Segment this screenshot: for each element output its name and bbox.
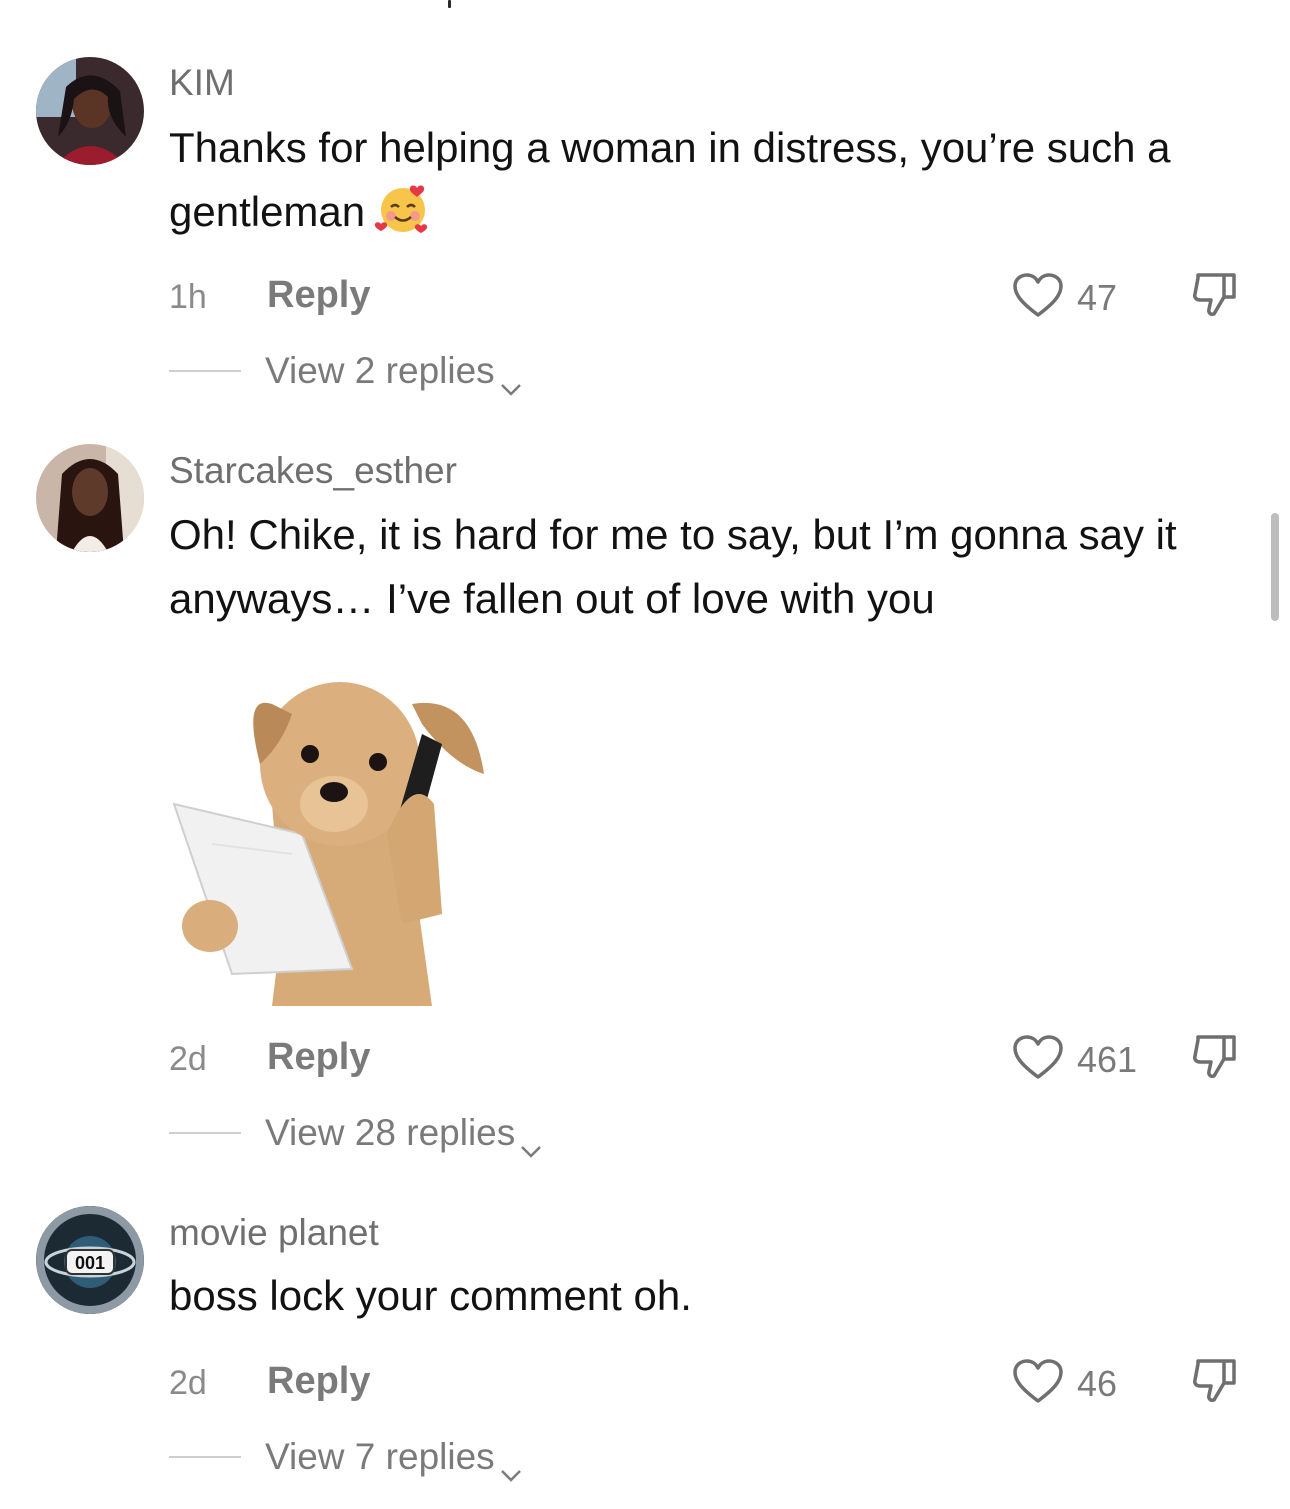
heart-icon[interactable]	[1012, 1358, 1064, 1404]
reply-button[interactable]: Reply	[267, 1360, 370, 1403]
username[interactable]: Starcakes_esther	[169, 450, 457, 492]
comment-time: 2d	[169, 1364, 207, 1402]
avatar[interactable]: 001	[36, 1206, 144, 1314]
reply-button[interactable]: Reply	[267, 1036, 370, 1079]
avatar[interactable]	[36, 444, 144, 552]
avatar[interactable]	[36, 57, 144, 165]
username[interactable]: KIM	[169, 62, 235, 104]
replies-divider	[169, 1132, 241, 1134]
thumbs-down-icon[interactable]	[1190, 1031, 1240, 1081]
chevron-down-icon	[519, 1127, 543, 1158]
comment-text-content: Thanks for helping a woman in distress, …	[169, 124, 1171, 235]
like-count: 47	[1077, 277, 1118, 318]
replies-divider	[169, 370, 241, 372]
reply-button[interactable]: Reply	[267, 274, 370, 317]
replies-divider	[169, 1456, 241, 1458]
chevron-down-icon	[499, 365, 523, 396]
like-count: 461	[1077, 1039, 1138, 1080]
chevron-down-icon	[499, 1451, 523, 1482]
comment-time: 1h	[169, 278, 207, 316]
scrollbar[interactable]	[1271, 513, 1279, 621]
smiling-face-with-hearts-icon	[375, 180, 431, 236]
avatar-logo-text: 001	[75, 1253, 105, 1273]
comment-text: Thanks for helping a woman in distress, …	[169, 116, 1229, 244]
dog-on-phone-sticker[interactable]	[172, 664, 497, 1006]
like-count: 46	[1077, 1363, 1118, 1404]
comment-text: Oh! Chike, it is hard for me to say, but…	[169, 511, 1177, 622]
view-replies-button[interactable]: View 2 replies	[265, 350, 523, 396]
view-replies-button[interactable]: View 28 replies	[265, 1112, 543, 1158]
view-replies-label: View 7 replies	[265, 1436, 495, 1477]
comment-text: boss lock your comment oh.	[169, 1272, 692, 1319]
view-replies-button[interactable]: View 7 replies	[265, 1436, 523, 1482]
heart-icon[interactable]	[1012, 272, 1064, 318]
thumbs-down-icon[interactable]	[1190, 1355, 1240, 1405]
view-replies-label: View 2 replies	[265, 350, 495, 391]
comment-time: 2d	[169, 1040, 207, 1078]
view-replies-label: View 28 replies	[265, 1112, 516, 1153]
heart-icon[interactable]	[1012, 1034, 1064, 1080]
thumbs-down-icon[interactable]	[1190, 269, 1240, 319]
scroll-marker	[448, 0, 451, 8]
username[interactable]: movie planet	[169, 1212, 379, 1254]
